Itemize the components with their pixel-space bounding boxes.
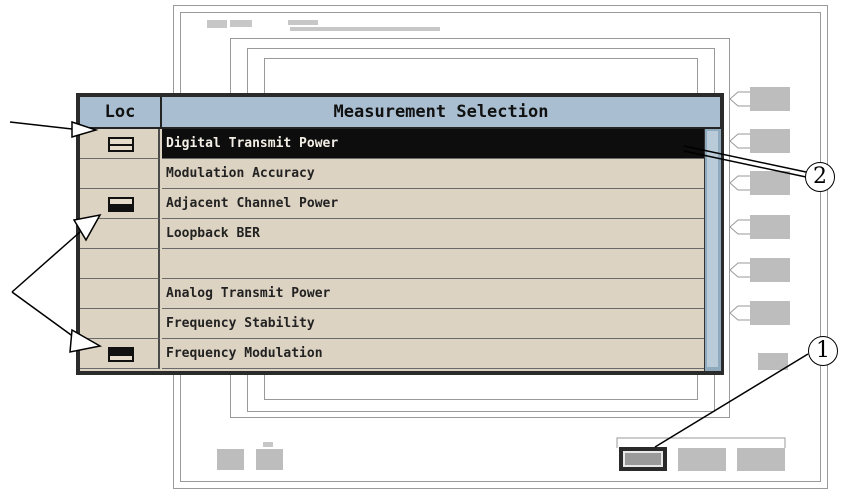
annotation-arrows	[9, 120, 809, 448]
callout-1: 1	[808, 336, 838, 366]
callout-2: 2	[805, 162, 835, 192]
